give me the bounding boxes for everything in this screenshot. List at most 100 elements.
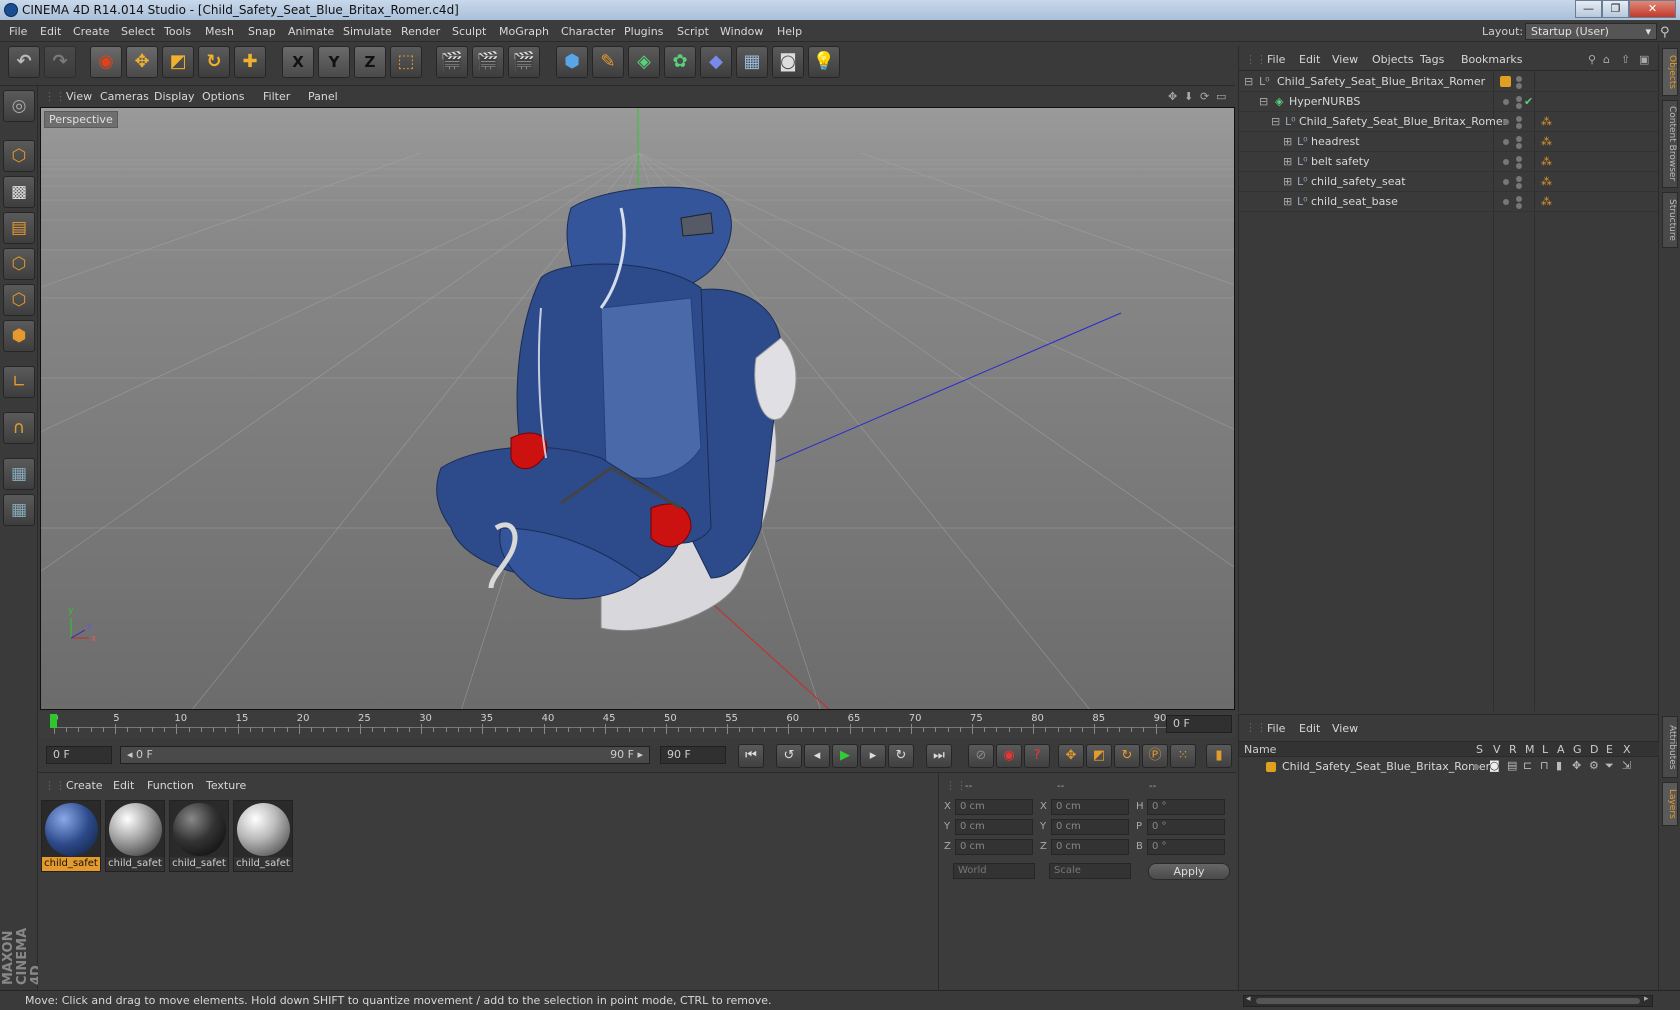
expand-icon[interactable]: ⊞ — [1283, 155, 1292, 168]
render-settings-button[interactable]: 🎬 — [508, 46, 540, 78]
live-selection-button[interactable]: ◉ — [90, 46, 122, 78]
viewport-menu-panel[interactable]: Panel — [308, 90, 338, 103]
playhead-marker[interactable] — [50, 714, 57, 728]
material-swatch[interactable]: child_safet — [169, 800, 229, 872]
object-row[interactable]: ⊟ L⁰ Child_Safety_Seat_Blue_Britax_Romer — [1239, 72, 1659, 92]
rotate-tool-button[interactable]: ↻ — [198, 46, 230, 78]
scroll-right-icon[interactable]: ▸ — [1644, 994, 1649, 1004]
scrollbar-thumb[interactable] — [1256, 998, 1640, 1004]
viewport-menu-display[interactable]: Display — [154, 90, 195, 103]
z-axis-button[interactable]: Z — [354, 46, 386, 78]
size-x-field[interactable]: 0 cm — [1051, 799, 1129, 815]
layer-row[interactable]: Child_Safety_Seat_Blue_Britax_Romer ◙ ▤ … — [1239, 758, 1659, 776]
viewport-maximize-icon[interactable]: ▭ — [1216, 90, 1226, 103]
horizontal-scrollbar[interactable]: ◂ ▸ — [1243, 994, 1653, 1007]
size-mode-select[interactable]: Scale — [1049, 863, 1131, 879]
editor-visibility-dot[interactable] — [1516, 116, 1522, 122]
key-rotation-button[interactable]: ↻ — [1114, 744, 1140, 768]
texture-tag-icon[interactable]: ⁂ — [1541, 115, 1552, 128]
animation-icon[interactable]: ▮ — [1556, 759, 1562, 772]
points-mode-button[interactable]: ⬡ — [3, 248, 35, 280]
pos-z-field[interactable]: 0 cm — [955, 839, 1033, 855]
enabled-checkmark-icon[interactable]: ✔ — [1524, 95, 1533, 108]
menu-create[interactable]: Create — [73, 25, 110, 38]
viewport-menu-view[interactable]: View — [66, 90, 92, 103]
object-row[interactable]: ⊞ L⁰ child_safety_seat ⁂ — [1239, 172, 1659, 192]
make-editable-button[interactable]: ◎ — [3, 90, 35, 122]
render-icon[interactable]: ▤ — [1507, 759, 1517, 772]
go-to-start-button[interactable]: ⏮ — [738, 744, 764, 768]
viewport-nav-rotate-icon[interactable]: ⟳ — [1200, 90, 1209, 103]
lock-icon[interactable]: ⊓ — [1540, 759, 1549, 772]
home-icon[interactable]: ⌂ — [1603, 53, 1610, 66]
generator-icon[interactable]: ✥ — [1572, 759, 1581, 772]
scale-tool-button[interactable]: ◩ — [162, 46, 194, 78]
x-axis-button[interactable]: X — [282, 46, 314, 78]
layer-color-swatch[interactable] — [1266, 762, 1276, 772]
rot-h-field[interactable]: 0 ° — [1147, 799, 1225, 815]
size-z-field[interactable]: 0 cm — [1051, 839, 1129, 855]
menu-sculpt[interactable]: Sculpt — [452, 25, 486, 38]
add-deformer-button[interactable]: ◆ — [700, 46, 732, 78]
material-menu-create[interactable]: Create — [66, 779, 103, 792]
expression-icon[interactable]: ⏷ — [1605, 759, 1614, 773]
pos-y-field[interactable]: 0 cm — [955, 819, 1033, 835]
snap-button[interactable]: ∩ — [3, 412, 35, 444]
size-y-field[interactable]: 0 cm — [1051, 819, 1129, 835]
material-swatch[interactable]: child_safet — [41, 800, 101, 872]
viewport-menu-options[interactable]: Options — [202, 90, 244, 103]
object-row[interactable]: ⊞ L⁰ headrest ⁂ — [1239, 132, 1659, 152]
next-key-button[interactable]: ↻ — [888, 744, 914, 768]
menu-render[interactable]: Render — [401, 25, 440, 38]
texture-tag-icon[interactable]: ⁂ — [1541, 175, 1552, 188]
deformer-icon[interactable]: ⚙ — [1589, 759, 1599, 772]
menu-tools[interactable]: Tools — [164, 25, 191, 38]
add-tool-button[interactable]: ✚ — [234, 46, 266, 78]
expand-icon[interactable]: ⊞ — [1283, 195, 1292, 208]
object-row[interactable]: ⊟ ◈ HyperNURBS ✔ — [1239, 92, 1659, 112]
add-light-button[interactable]: 💡 — [808, 46, 840, 78]
undo-button[interactable]: ↶ — [8, 46, 40, 78]
record-off-button[interactable]: ⊘ — [968, 744, 994, 768]
render-visibility-dot[interactable] — [1516, 183, 1522, 189]
render-visibility-dot[interactable] — [1516, 103, 1522, 109]
menu-mesh[interactable]: Mesh — [205, 25, 234, 38]
editor-visibility-dot[interactable] — [1516, 196, 1522, 202]
timeline-ruler[interactable]: 051015202530354045505560657075808590 0 F — [38, 712, 1235, 738]
viewport-nav-down-icon[interactable]: ⬇ — [1184, 90, 1193, 103]
object-row[interactable]: ⊞ L⁰ belt safety ⁂ — [1239, 152, 1659, 172]
add-camera-button[interactable]: ◙ — [772, 46, 804, 78]
next-frame-button[interactable]: ▸ — [860, 744, 886, 768]
go-to-end-button[interactable]: ⏭ — [926, 744, 952, 768]
lock-workplane-button[interactable]: ▦ — [3, 458, 35, 490]
coordinate-system-button[interactable]: ⬚ — [390, 46, 422, 78]
render-visibility-dot[interactable] — [1516, 123, 1522, 129]
texture-tag-icon[interactable]: ⁂ — [1541, 155, 1552, 168]
add-spline-button[interactable]: ✎ — [592, 46, 624, 78]
move-tool-button[interactable]: ✥ — [126, 46, 158, 78]
arrow-up-icon[interactable]: ⇧ — [1621, 53, 1630, 66]
start-frame-field[interactable]: 0 F — [46, 746, 112, 764]
menu-simulate[interactable]: Simulate — [343, 25, 392, 38]
pos-x-field[interactable]: 0 cm — [955, 799, 1033, 815]
layers-menu-view[interactable]: View — [1332, 722, 1358, 735]
collapse-icon[interactable]: ⊟ — [1271, 115, 1280, 128]
expand-icon[interactable]: ⊞ — [1283, 175, 1292, 188]
material-swatch[interactable]: child_safet — [233, 800, 293, 872]
render-view-button[interactable]: 🎬 — [436, 46, 468, 78]
collapse-icon[interactable]: ⊟ — [1259, 95, 1268, 108]
menu-edit[interactable]: Edit — [40, 25, 61, 38]
redo-button[interactable]: ↷ — [44, 46, 76, 78]
editor-visibility-dot[interactable] — [1516, 156, 1522, 162]
perspective-viewport[interactable]: y z x Perspective — [40, 107, 1235, 710]
tab-structure[interactable]: Structure — [1662, 192, 1678, 248]
layers-menu-edit[interactable]: Edit — [1299, 722, 1320, 735]
layout-select[interactable]: Startup (User) ▾ — [1525, 23, 1657, 40]
play-button[interactable]: ▶ — [832, 744, 858, 768]
autokey-button[interactable]: ? — [1024, 744, 1050, 768]
manager-icon[interactable]: ⊏ — [1523, 759, 1532, 772]
render-visibility-dot[interactable] — [1516, 83, 1522, 89]
eye-icon[interactable]: ◙ — [1489, 759, 1500, 772]
render-visibility-dot[interactable] — [1516, 163, 1522, 169]
menu-character[interactable]: Character — [561, 25, 615, 38]
